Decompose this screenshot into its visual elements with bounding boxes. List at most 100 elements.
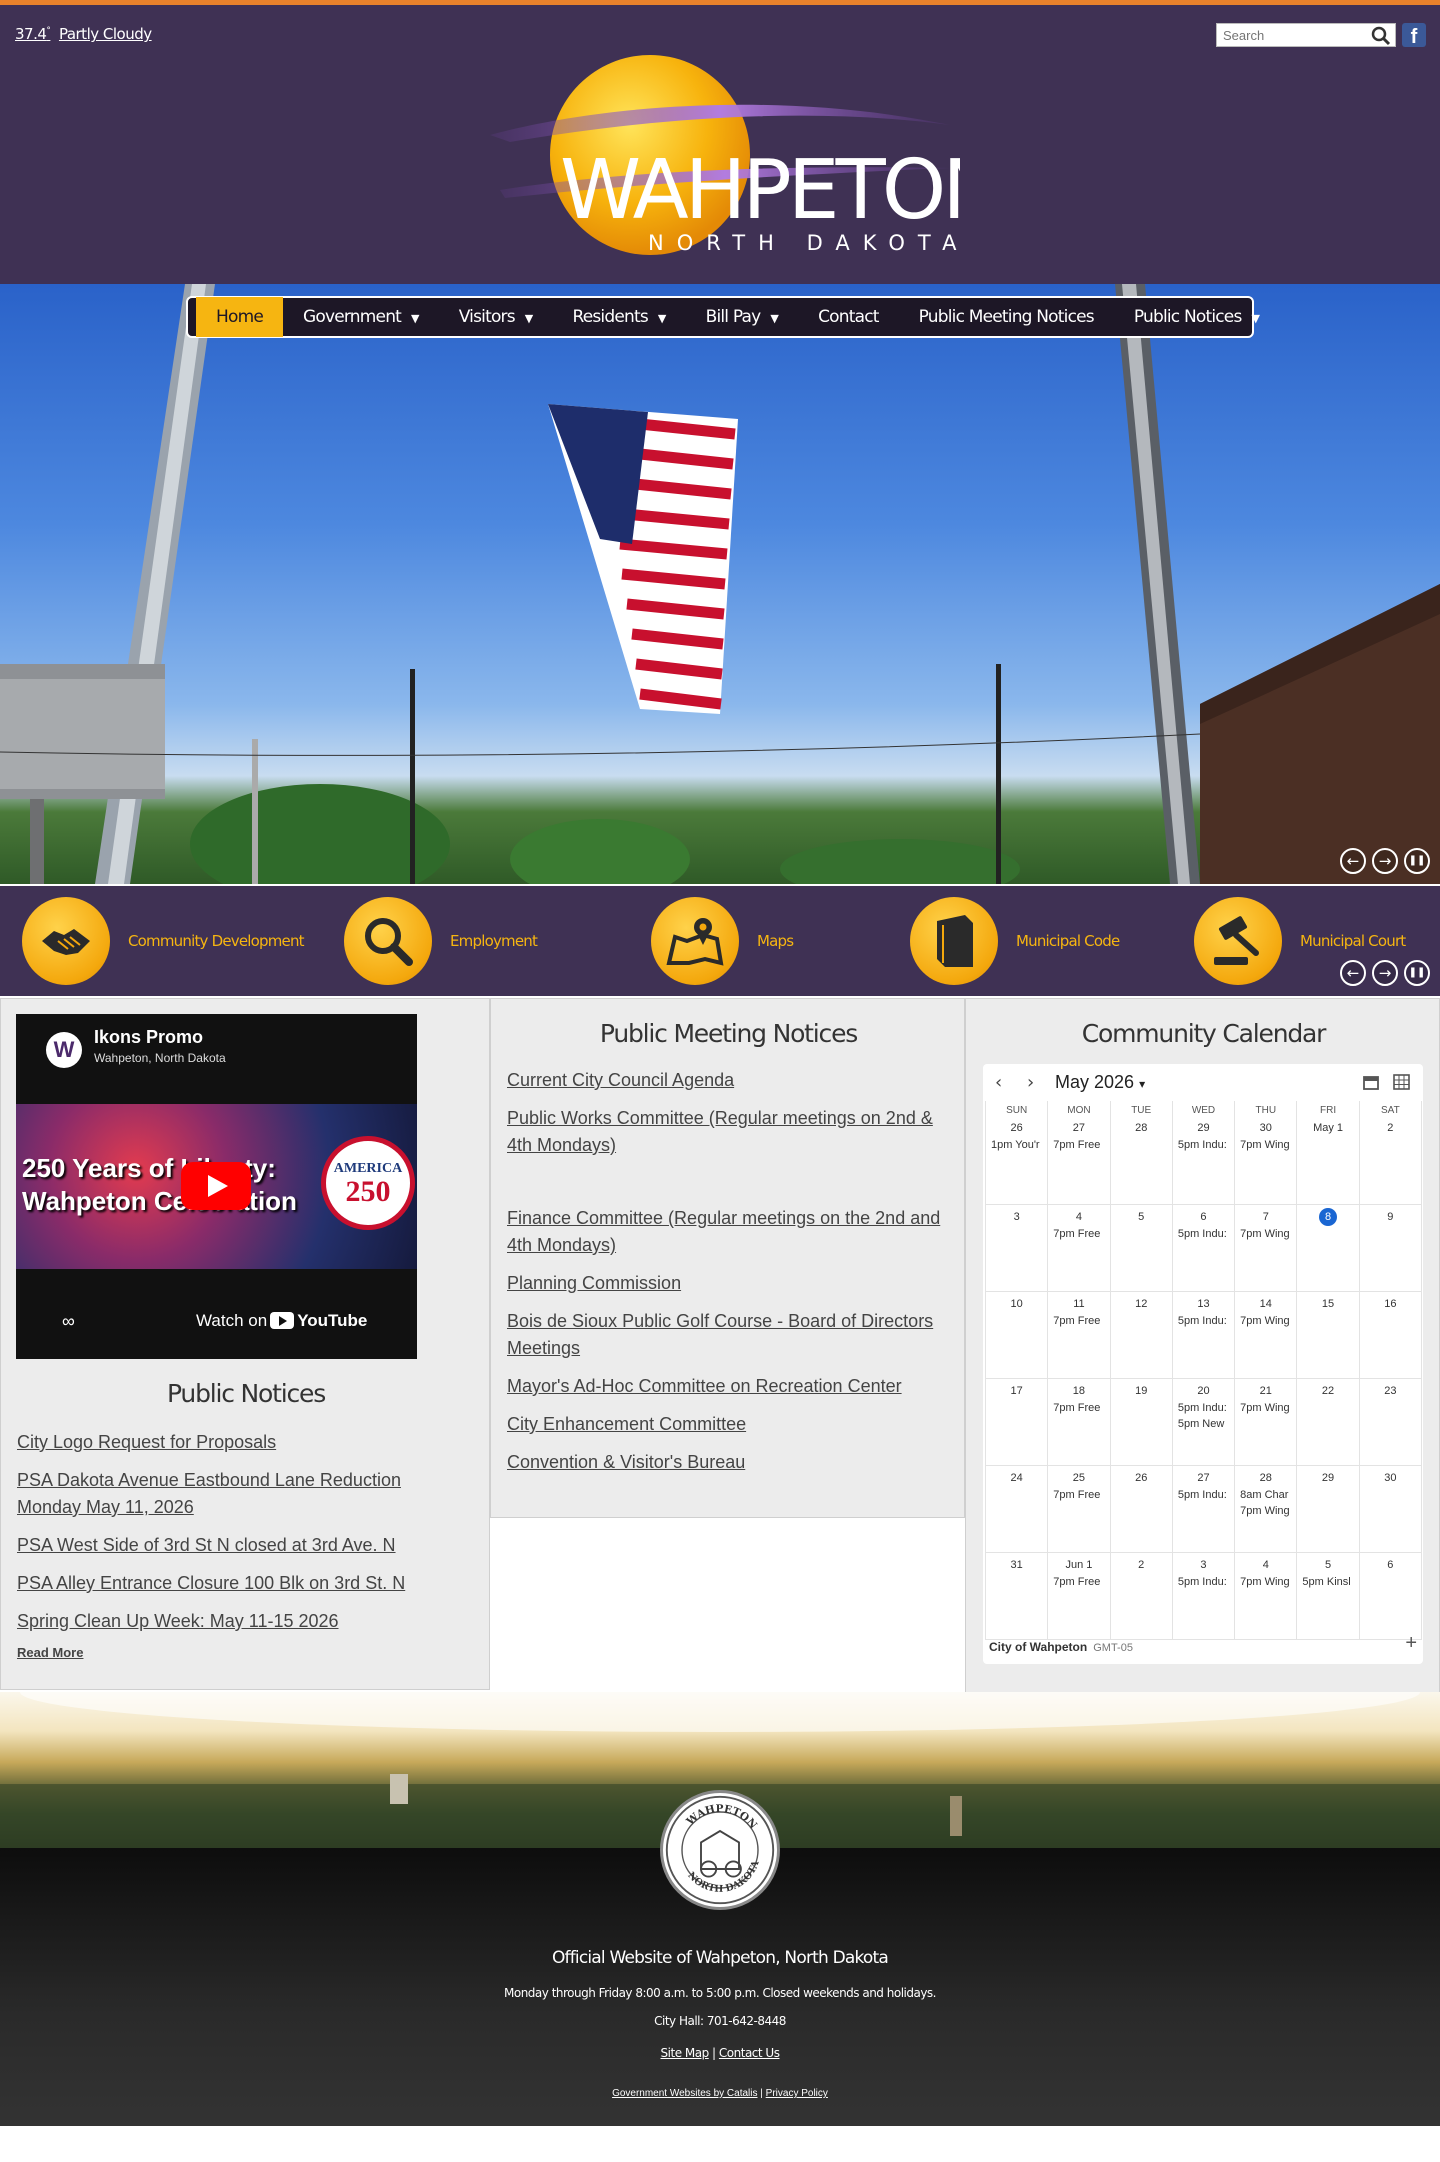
calendar-event[interactable]: 7pm Free: [1048, 1137, 1109, 1153]
calendar-day[interactable]: 3 5pm Indu:: [1173, 1553, 1236, 1639]
notice-link[interactable]: PSA West Side of 3rd St N closed at 3rd …: [17, 1532, 457, 1559]
calendar-event[interactable]: 5pm Indu:: [1173, 1137, 1234, 1153]
notice-link[interactable]: PSA Dakota Avenue Eastbound Lane Reducti…: [17, 1467, 457, 1521]
calendar-day[interactable]: 28 8am Char 7pm Wing: [1235, 1466, 1298, 1552]
nav-bill-pay[interactable]: Bill Pay ▼: [686, 297, 798, 337]
calendar-day[interactable]: 4 7pm Wing: [1235, 1553, 1298, 1639]
calendar-day[interactable]: WED 29 5pm Indu:: [1173, 1101, 1236, 1204]
calendar-day[interactable]: 4 7pm Free: [1048, 1205, 1111, 1291]
calendar-event[interactable]: 5pm Kinsl: [1297, 1574, 1358, 1590]
nav-home[interactable]: Home: [196, 297, 284, 337]
search-input[interactable]: [1217, 24, 1367, 46]
calendar-event[interactable]: 5pm Indu:: [1173, 1487, 1234, 1503]
calendar-day[interactable]: 5: [1111, 1205, 1173, 1291]
calendar-day[interactable]: 5 5pm Kinsl: [1297, 1553, 1360, 1639]
calendar-day[interactable]: 22: [1297, 1379, 1360, 1465]
quicklinks-next-button[interactable]: →: [1372, 960, 1398, 986]
calendar-day[interactable]: 21 7pm Wing: [1235, 1379, 1298, 1465]
calendar-event[interactable]: 1pm You'r: [986, 1137, 1047, 1153]
calendar-day[interactable]: 17: [986, 1379, 1049, 1465]
calendar-event[interactable]: 5pm Indu:: [1173, 1574, 1234, 1590]
calendar-day[interactable]: 19: [1111, 1379, 1173, 1465]
nav-residents[interactable]: Residents ▼: [552, 297, 685, 337]
slider-prev-button[interactable]: ←: [1340, 848, 1366, 874]
calendar-event[interactable]: 7pm Wing: [1235, 1313, 1296, 1329]
calendar-day[interactable]: Jun 1 7pm Free: [1048, 1553, 1111, 1639]
calendar-day[interactable]: 29: [1297, 1466, 1360, 1552]
calendar-event[interactable]: 7pm Wing: [1235, 1574, 1296, 1590]
search-icon[interactable]: [1371, 26, 1391, 46]
meeting-link[interactable]: Convention & Visitor's Bureau: [507, 1449, 957, 1476]
slider-pause-button[interactable]: ❚❚: [1404, 848, 1430, 874]
calendar-day[interactable]: MON 27 7pm Free: [1048, 1101, 1111, 1204]
calendar-day[interactable]: 12: [1111, 1292, 1173, 1378]
watch-on-youtube-link[interactable]: Watch on YouTube: [196, 1311, 367, 1332]
calendar-day[interactable]: 14 7pm Wing: [1235, 1292, 1298, 1378]
notice-link[interactable]: PSA Alley Entrance Closure 100 Blk on 3r…: [17, 1570, 457, 1597]
calendar-icon[interactable]: [1363, 1074, 1379, 1090]
meeting-link[interactable]: Mayor's Ad-Hoc Committee on Recreation C…: [507, 1373, 957, 1400]
grid-view-icon[interactable]: [1393, 1074, 1410, 1090]
slider-next-button[interactable]: →: [1372, 848, 1398, 874]
meeting-link[interactable]: City Enhancement Committee: [507, 1411, 957, 1438]
calendar-day[interactable]: 25 7pm Free: [1048, 1466, 1111, 1552]
calendar-day[interactable]: 6: [1360, 1553, 1422, 1639]
calendar-event[interactable]: 7pm Free: [1048, 1400, 1109, 1416]
catalis-link[interactable]: Government Websites by Catalis: [612, 2088, 757, 2099]
weather-temperature[interactable]: 37.4°: [15, 25, 51, 43]
read-more-link[interactable]: Read More: [17, 1645, 83, 1660]
calendar-month-selector[interactable]: May 2026 ▾: [1055, 1072, 1145, 1093]
calendar-day[interactable]: THU 30 7pm Wing: [1235, 1101, 1298, 1204]
calendar-day[interactable]: 3: [986, 1205, 1049, 1291]
calendar-day[interactable]: 30: [1360, 1466, 1422, 1552]
quick-link-community-development[interactable]: Community Development: [22, 896, 305, 986]
nav-government[interactable]: Government ▼: [283, 297, 439, 337]
site-map-link[interactable]: Site Map: [661, 2046, 710, 2060]
calendar-day[interactable]: 15: [1297, 1292, 1360, 1378]
meeting-link[interactable]: Planning Commission: [507, 1270, 957, 1297]
calendar-day[interactable]: 23: [1360, 1379, 1422, 1465]
privacy-policy-link[interactable]: Privacy Policy: [766, 2088, 828, 2099]
youtube-embed[interactable]: W Ikons Promo Wahpeton, North Dakota 250…: [16, 1014, 417, 1359]
channel-avatar[interactable]: W: [46, 1032, 82, 1068]
calendar-day[interactable]: 18 7pm Free: [1048, 1379, 1111, 1465]
meeting-link[interactable]: Finance Committee (Regular meetings on t…: [507, 1205, 957, 1259]
meeting-link[interactable]: Current City Council Agenda: [507, 1067, 957, 1094]
calendar-next-button[interactable]: ›: [1027, 1072, 1034, 1093]
meeting-link[interactable]: Public Works Committee (Regular meetings…: [507, 1105, 957, 1159]
video-title[interactable]: Ikons Promo: [94, 1027, 203, 1048]
calendar-event[interactable]: 7pm Wing: [1235, 1400, 1296, 1416]
meeting-link[interactable]: Bois de Sioux Public Golf Course - Board…: [507, 1308, 957, 1362]
calendar-day[interactable]: SAT 2: [1360, 1101, 1422, 1204]
calendar-day[interactable]: 27 5pm Indu:: [1173, 1466, 1236, 1552]
calendar-day[interactable]: 11 7pm Free: [1048, 1292, 1111, 1378]
calendar-event[interactable]: 5pm New: [1173, 1416, 1234, 1432]
calendar-day[interactable]: 10: [986, 1292, 1049, 1378]
calendar-event[interactable]: 7pm Free: [1048, 1574, 1109, 1590]
calendar-prev-button[interactable]: ‹: [995, 1072, 1002, 1093]
calendar-event[interactable]: 5pm Indu:: [1173, 1400, 1234, 1416]
calendar-day[interactable]: 20 5pm Indu: 5pm New: [1173, 1379, 1236, 1465]
weather-widget[interactable]: 37.4° Partly Cloudy: [15, 25, 152, 43]
calendar-day[interactable]: 7 7pm Wing: [1235, 1205, 1298, 1291]
quick-link-maps[interactable]: Maps: [651, 896, 794, 986]
video-thumbnail[interactable]: 250 Years of Liberty: Wahpeton Celebrati…: [16, 1104, 417, 1269]
calendar-event[interactable]: 5pm Indu:: [1173, 1226, 1234, 1242]
calendar-day[interactable]: TUE 28: [1111, 1101, 1173, 1204]
calendar-event[interactable]: 8am Char: [1235, 1487, 1296, 1503]
calendar-event[interactable]: 7pm Free: [1048, 1226, 1109, 1242]
calendar-day[interactable]: 13 5pm Indu:: [1173, 1292, 1236, 1378]
calendar-event[interactable]: 7pm Wing: [1235, 1503, 1296, 1519]
quicklinks-prev-button[interactable]: ←: [1340, 960, 1366, 986]
nav-contact[interactable]: Contact: [798, 297, 899, 337]
facebook-icon[interactable]: f: [1402, 23, 1426, 48]
link-icon[interactable]: ∞: [62, 1311, 75, 1332]
calendar-day[interactable]: 24: [986, 1466, 1049, 1552]
calendar-event[interactable]: 7pm Free: [1048, 1313, 1109, 1329]
calendar-day[interactable]: SUN 26 1pm You'r: [986, 1101, 1049, 1204]
calendar-day[interactable]: 6 5pm Indu:: [1173, 1205, 1236, 1291]
contact-us-link[interactable]: Contact Us: [719, 2046, 780, 2060]
calendar-day[interactable]: 2: [1111, 1553, 1173, 1639]
quick-link-municipal-code[interactable]: Municipal Code: [910, 896, 1120, 986]
calendar-day[interactable]: 31: [986, 1553, 1049, 1639]
